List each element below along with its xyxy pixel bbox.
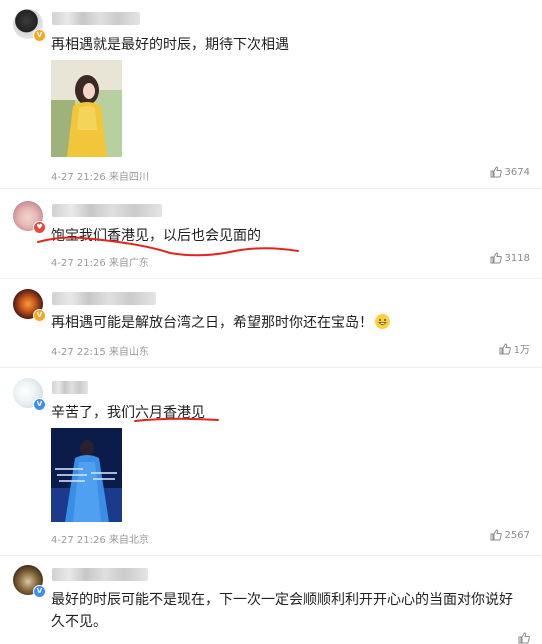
comment-text-content: 再相遇可能是解放台湾之日，希望那时你还在宝岛！ xyxy=(51,315,373,331)
grinning-face-emoji-icon xyxy=(375,314,390,329)
comment-meta: 4-27 21:26 来自广东 xyxy=(51,254,149,269)
verified-badge-icon: V xyxy=(33,309,46,322)
comment-text: 再相遇就是最好的时辰，期待下次相遇 xyxy=(51,37,289,53)
verified-badge-icon: V xyxy=(33,585,46,598)
like-button[interactable]: 2567 xyxy=(490,529,530,541)
thumbs-up-icon xyxy=(490,166,502,178)
verified-badge-icon: V xyxy=(33,29,46,42)
comment-image[interactable] xyxy=(51,428,122,522)
comment-meta: 4-27 21:26 来自北京 xyxy=(51,531,149,546)
comment-time: 4-27 21:26 xyxy=(51,172,106,183)
comment-time: 4-27 21:26 xyxy=(51,535,106,546)
thumbs-up-icon xyxy=(490,252,502,264)
username-blurred[interactable] xyxy=(52,12,140,25)
thumbs-up-icon xyxy=(490,529,502,541)
comment-item: V 再相遇可能是解放台湾之日，希望那时你还在宝岛！ 4-27 22:15 来自山… xyxy=(0,279,542,367)
comment-text: 辛苦了，我们六月香港见 xyxy=(51,405,205,421)
username-blurred[interactable] xyxy=(52,568,148,581)
thumbs-up-icon xyxy=(518,632,530,644)
like-button[interactable]: 1万 xyxy=(499,341,530,356)
comment-meta: 4-27 22:15 来自山东 xyxy=(51,343,149,358)
like-button[interactable]: 3118 xyxy=(490,252,530,264)
comment-text-continued: 久不见。 xyxy=(51,614,107,630)
verified-badge-icon: V xyxy=(33,398,46,411)
thumbs-up-icon xyxy=(499,342,511,354)
comment-item: V 辛苦了，我们六月香港见 4-27 21:26 来自北京 2567 xyxy=(0,368,542,555)
comment-time: 4-27 22:15 xyxy=(51,347,106,358)
comment-text: 再相遇可能是解放台湾之日，希望那时你还在宝岛！ xyxy=(51,312,390,334)
comment-item: V 最好的时辰可能不是现在，下一次一定会顺顺利利开开心心的当面对你说好 久不见。 xyxy=(0,556,542,644)
username-blurred[interactable] xyxy=(52,204,162,217)
comment-location: 来自四川 xyxy=(108,172,149,183)
comment-time: 4-27 21:26 xyxy=(51,258,106,269)
comment-meta: 4-27 21:26 来自四川 xyxy=(51,168,149,183)
like-count: 3118 xyxy=(504,252,530,264)
like-count: 3674 xyxy=(504,166,530,178)
comment-location: 来自广东 xyxy=(108,258,149,269)
comment-text: 饱宝我们香港见，以后也会见面的 xyxy=(51,228,261,244)
username-blurred[interactable] xyxy=(52,381,88,394)
comment-item: V 再相遇就是最好的时辰，期待下次相遇 4-27 21:26 来自四川 3674 xyxy=(0,0,542,188)
like-count: 1万 xyxy=(513,345,530,356)
comment-location: 来自山东 xyxy=(108,347,149,358)
like-button[interactable]: 3674 xyxy=(490,166,530,178)
comment-image[interactable] xyxy=(51,60,122,157)
like-button[interactable] xyxy=(518,632,530,644)
like-count: 2567 xyxy=(504,529,530,541)
username-blurred[interactable] xyxy=(52,292,156,305)
comment-item: ♥ 饱宝我们香港见，以后也会见面的 4-27 21:26 来自广东 3118 xyxy=(0,189,542,278)
comment-text: 最好的时辰可能不是现在，下一次一定会顺顺利利开开心心的当面对你说好 xyxy=(51,592,513,608)
comment-location: 来自北京 xyxy=(108,535,149,546)
verified-badge-icon: ♥ xyxy=(33,221,46,234)
